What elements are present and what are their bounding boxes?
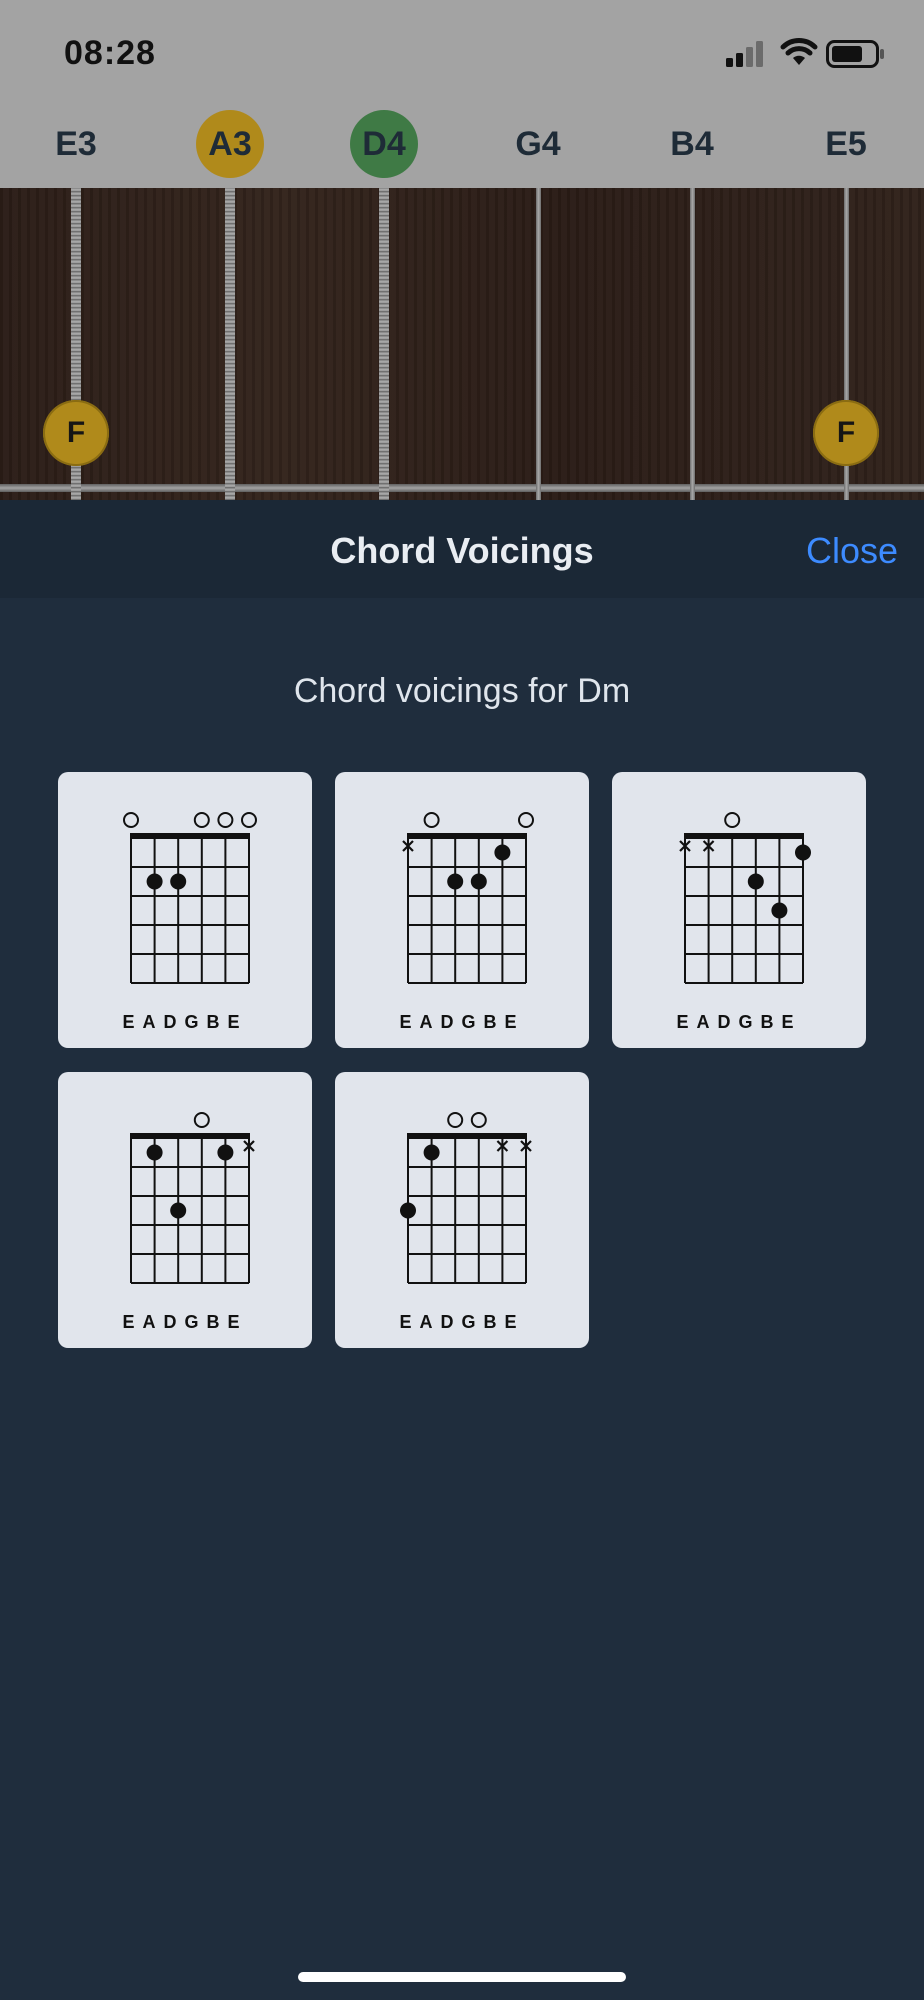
guitar-string: [379, 188, 389, 500]
open-string-marker: [423, 812, 440, 828]
open-string-marker: [241, 812, 257, 828]
string-names-label: EADGBE: [399, 1312, 525, 1332]
nut: [130, 1133, 250, 1139]
guitar-string: [225, 188, 235, 500]
open-string-marker: [217, 812, 234, 828]
open-string-marker: [123, 812, 139, 828]
chord-card-4[interactable]: EADGBE: [58, 1072, 312, 1348]
string-names-label: EADGBE: [122, 1012, 248, 1032]
finger-dot: [423, 1144, 440, 1161]
finger-dot: [170, 873, 187, 890]
string-label-b4[interactable]: B4: [658, 110, 726, 178]
open-string-marker: [447, 1112, 464, 1128]
chord-card-3[interactable]: EADGBE: [612, 772, 866, 1048]
finger-dot: [795, 844, 811, 861]
open-string-marker: [193, 1112, 210, 1128]
string-header: E3 A3 D4 G4 B4 E5: [0, 110, 924, 188]
wifi-icon: [780, 38, 818, 65]
finger-dot: [470, 873, 487, 890]
chord-card-1[interactable]: EADGBE: [58, 772, 312, 1048]
finger-dot: [146, 1144, 163, 1161]
guitar-string: [690, 188, 695, 500]
chord-card-5[interactable]: EADGBE: [335, 1072, 589, 1348]
close-button[interactable]: Close: [806, 530, 898, 572]
chord-card-2[interactable]: EADGBE: [335, 772, 589, 1048]
open-string-marker: [518, 812, 534, 828]
finger-dot: [400, 1202, 416, 1219]
chord-voicings-subtitle: Chord voicings for Dm: [293, 672, 631, 710]
open-string-marker: [193, 812, 210, 828]
home-indicator[interactable]: [298, 1972, 626, 1982]
finger-dot: [771, 902, 788, 919]
finger-dot: [146, 873, 163, 890]
nut: [130, 833, 250, 839]
nut: [407, 1133, 527, 1139]
finger-dot: [447, 873, 464, 890]
cellular-signal-icon: [726, 41, 763, 67]
finger-dot: [494, 844, 511, 861]
string-label-a3[interactable]: A3: [196, 110, 264, 178]
chord-diagram: [679, 812, 811, 984]
string-label-e3[interactable]: E3: [42, 110, 110, 178]
string-names-label: EADGBE: [676, 1012, 802, 1032]
nut: [684, 833, 804, 839]
battery-icon: [826, 40, 884, 68]
string-label-g4[interactable]: G4: [504, 110, 572, 178]
status-time: 08:28: [64, 34, 156, 72]
chord-diagram: [130, 1112, 255, 1284]
finger-dot: [217, 1144, 234, 1161]
fret-wire: [0, 484, 924, 492]
string-label-d4[interactable]: D4: [350, 110, 418, 178]
open-string-marker: [724, 812, 741, 828]
modal-header: Chord Voicings Close: [0, 500, 924, 598]
string-label-e5[interactable]: E5: [812, 110, 880, 178]
finger-dot: [747, 873, 764, 890]
status-bar: 08:28: [0, 0, 924, 110]
guitar-string: [536, 188, 541, 500]
string-names-label: EADGBE: [122, 1312, 248, 1332]
modal-title: Chord Voicings: [330, 530, 594, 571]
chord-diagram: [123, 812, 257, 984]
finger-dot: [170, 1202, 187, 1219]
note-marker[interactable]: F: [43, 400, 109, 466]
note-marker[interactable]: F: [813, 400, 879, 466]
open-string-marker: [470, 1112, 487, 1128]
nut: [407, 833, 527, 839]
fretboard: FF: [0, 188, 924, 500]
string-names-label: EADGBE: [399, 1012, 525, 1032]
chord-diagram: [402, 812, 534, 984]
chord-diagram: [400, 1112, 532, 1284]
